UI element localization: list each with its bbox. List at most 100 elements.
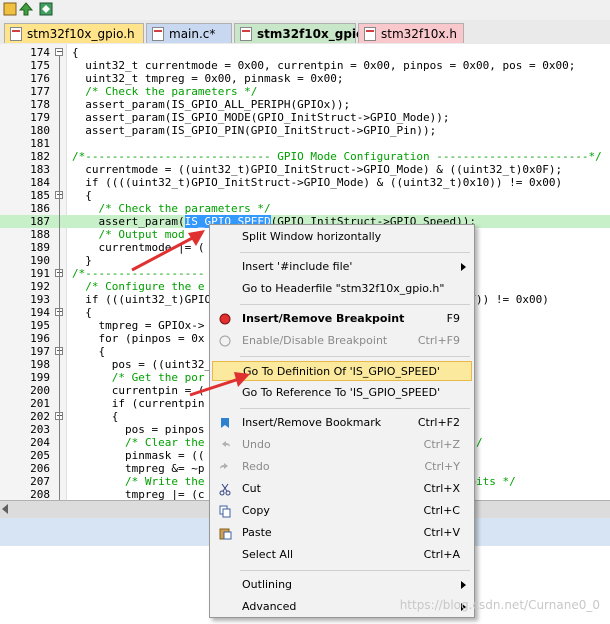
tab-stm32f10x-gpio-h[interactable]: stm32f10x_gpio.h: [4, 23, 144, 43]
menu-item-shortcut: Ctrl+Y: [424, 460, 460, 473]
line-number: 179: [30, 111, 50, 124]
code-text: tmpreg &= ~p: [72, 462, 205, 475]
menu-item-label: Insert/Remove Bookmark: [242, 416, 382, 429]
tab-stm32f10x-gpio-c[interactable]: stm32f10x_gpio.c: [234, 23, 376, 43]
tab-label: stm32f10x_gpio.h: [27, 27, 135, 41]
menu-item-label: Redo: [242, 460, 270, 473]
line-number: 195: [30, 319, 50, 332]
menu-insert-include[interactable]: Insert '#include file': [212, 257, 472, 277]
redo-icon: [220, 463, 228, 469]
code-text: assert_param(IS_GPIO_ALL_PERIPH(GPIOx));: [72, 98, 351, 111]
code-line: 178 assert_param(IS_GPIO_ALL_PERIPH(GPIO…: [0, 98, 610, 111]
code-line: 180 assert_param(IS_GPIO_PIN(GPIO_InitSt…: [0, 124, 610, 137]
code-text: pos = pinpos: [72, 423, 205, 436]
code-line: 176 uint32_t tmpreg = 0x00, pinmask = 0x…: [0, 72, 610, 85]
diamond-icon[interactable]: [38, 1, 54, 17]
tab-label: stm32f10x.h: [381, 27, 457, 41]
line-number: 175: [30, 59, 50, 72]
code-text: {: [72, 410, 119, 423]
code-line: 175 uint32_t currentmode = 0x00, current…: [0, 59, 610, 72]
code-text: tmpreg |= (c: [72, 488, 205, 500]
menu-insert-breakpoint[interactable]: Insert/Remove Breakpoint F9: [212, 309, 472, 329]
menu-copy[interactable]: Copy Ctrl+C: [212, 501, 472, 521]
code-line: 181: [0, 137, 610, 150]
code-text: /*---------------------------- GPIO Mode…: [72, 150, 602, 163]
breakpoint-disabled-icon: [219, 335, 231, 347]
menu-separator: [240, 252, 470, 253]
undo-icon: [222, 441, 230, 447]
menu-item-label: Go To Reference To 'IS_GPIO_SPEED': [242, 386, 441, 399]
menu-item-shortcut: Ctrl+Z: [423, 438, 460, 451]
cut-icon: [219, 483, 231, 496]
code-text: }: [72, 254, 92, 267]
menu-item-shortcut: Ctrl+F9: [417, 334, 460, 347]
menu-bookmark[interactable]: Insert/Remove Bookmark Ctrl+F2: [212, 413, 472, 433]
code-line: 183 currentmode = ((uint32_t)GPIO_InitSt…: [0, 163, 610, 176]
line-number: 193: [30, 293, 50, 306]
file-icon: [364, 27, 376, 41]
bookmark-icon: [221, 418, 229, 428]
file-icon: [152, 27, 164, 41]
menu-item-shortcut: Ctrl+F2: [417, 416, 460, 429]
menu-goto-reference[interactable]: Go To Reference To 'IS_GPIO_SPEED': [212, 383, 472, 403]
code-text: currentpin = (: [72, 384, 205, 397]
tab-main-c[interactable]: main.c*: [146, 23, 232, 43]
line-number: 174: [30, 46, 50, 59]
code-text: uint32_t currentmode = 0x00, currentpin …: [72, 59, 576, 72]
menu-item-label: Split Window horizontally: [242, 230, 382, 243]
menu-separator: [240, 570, 470, 571]
code-text: if ((((uint32_t)GPIO_InitStruct->GPIO_Mo…: [72, 176, 563, 189]
code-text: assert_param(IS_GPIO_PIN(GPIO_InitStruct…: [72, 124, 437, 137]
line-number: 182: [30, 150, 50, 163]
menu-item-shortcut: Ctrl+V: [423, 526, 460, 539]
menu-item-label: Insert/Remove Breakpoint: [242, 312, 405, 325]
build-icon[interactable]: [2, 1, 18, 17]
line-number: 201: [30, 397, 50, 410]
menu-item-label: Undo: [242, 438, 271, 451]
menu-enable-breakpoint[interactable]: Enable/Disable Breakpoint Ctrl+F9: [212, 331, 472, 351]
menu-item-label: Outlining: [242, 578, 293, 591]
menu-item-shortcut: Ctrl+C: [423, 504, 460, 517]
code-text: /* Check the parameters */: [72, 202, 271, 215]
menu-outlining[interactable]: Outlining: [212, 575, 472, 595]
menu-separator: [240, 356, 470, 357]
menu-cut[interactable]: Cut Ctrl+X: [212, 479, 472, 499]
menu-redo[interactable]: Redo Ctrl+Y: [212, 457, 472, 477]
line-number: 200: [30, 384, 50, 397]
line-number: 191: [30, 267, 50, 280]
fold-toggle-icon[interactable]: −: [55, 48, 63, 56]
menu-undo[interactable]: Undo Ctrl+Z: [212, 435, 472, 455]
menu-item-label: Insert '#include file': [242, 260, 353, 273]
menu-goto-definition[interactable]: Go To Definition Of 'IS_GPIO_SPEED': [212, 361, 472, 381]
line-number: 194: [30, 306, 50, 319]
line-number: 183: [30, 163, 50, 176]
menu-split-window[interactable]: Split Window horizontally: [212, 227, 472, 247]
menu-goto-headerfile[interactable]: Go to Headerfile "stm32f10x_gpio.h": [212, 279, 472, 299]
line-number: 202: [30, 410, 50, 423]
line-number: 180: [30, 124, 50, 137]
menu-item-label: Cut: [242, 482, 261, 495]
line-number: 185: [30, 189, 50, 202]
tab-label: main.c*: [169, 27, 216, 41]
code-text: /* Get the por: [72, 371, 205, 384]
menu-item-label: Copy: [242, 504, 270, 517]
menu-item-label: Select All: [242, 548, 294, 561]
code-text: if (currentpin: [72, 397, 205, 410]
code-text: {: [72, 345, 106, 358]
code-text: uint32_t tmpreg = 0x00, pinmask = 0x00;: [72, 72, 344, 85]
line-number: 189: [30, 241, 50, 254]
tab-stm32f10x-h[interactable]: stm32f10x.h: [358, 23, 464, 43]
code-text: currentmode = ((uint32_t)GPIO_InitStruct…: [72, 163, 563, 176]
menu-paste[interactable]: Paste Ctrl+V: [212, 523, 472, 543]
line-number: 187: [30, 215, 50, 228]
scroll-left-icon[interactable]: [2, 504, 8, 514]
menu-item-label: Go to Headerfile "stm32f10x_gpio.h": [242, 282, 445, 295]
line-number: 178: [30, 98, 50, 111]
code-text: /*------------------: [72, 267, 205, 280]
code-line: 185 {: [0, 189, 610, 202]
code-text: /* Check the parameters */: [72, 85, 258, 98]
context-menu: Split Window horizontally Insert '#includ…: [209, 224, 475, 618]
menu-item-label: Advanced: [242, 600, 297, 613]
download-icon[interactable]: [18, 1, 34, 17]
menu-select-all[interactable]: Select All Ctrl+A: [212, 545, 472, 565]
